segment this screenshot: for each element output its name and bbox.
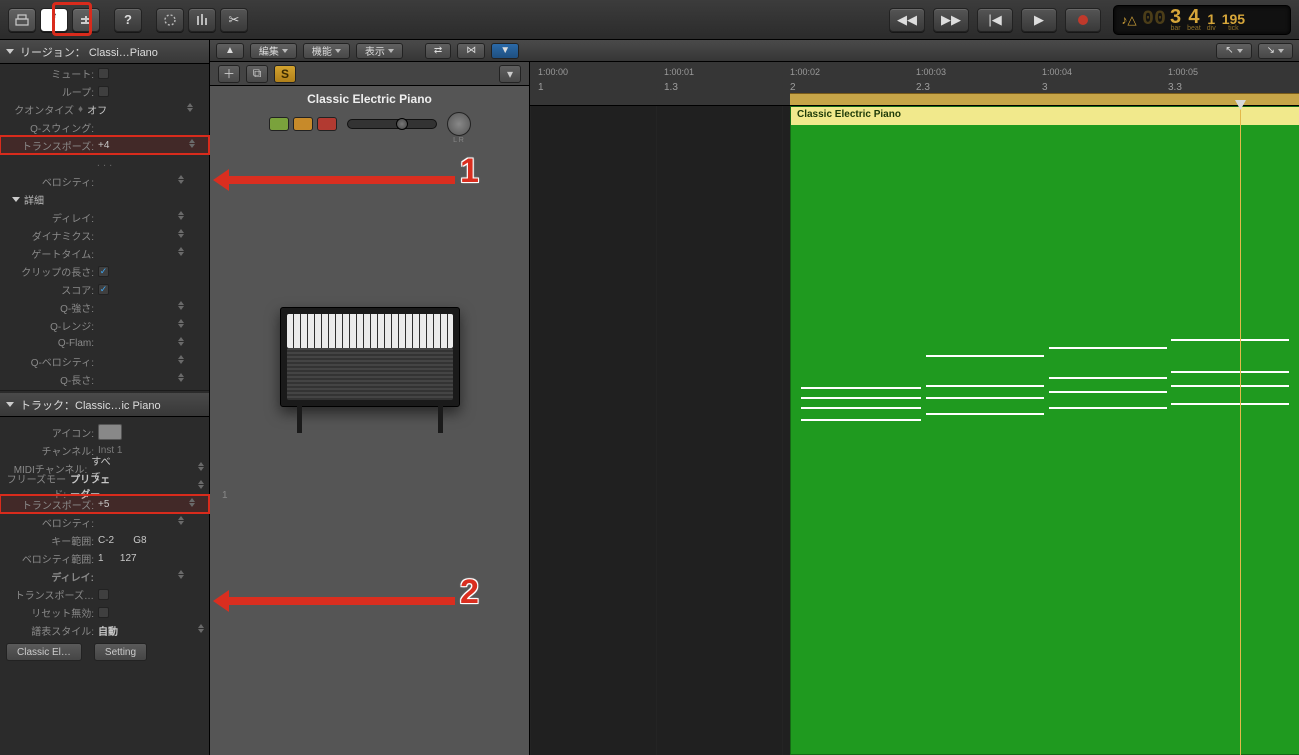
editor-area: ▲ 編集 機能 表示 ⇄ ⋈ ▼ ↖ ↘ ＋ ⧉ S ▾ Classic Ele… bbox=[210, 40, 1299, 755]
editor-menu-bar: ▲ 編集 機能 表示 ⇄ ⋈ ▼ ↖ ↘ bbox=[210, 40, 1299, 62]
setting-button[interactable]: Setting bbox=[94, 643, 147, 661]
control-bar: i ? ✂ ◀◀ ▶▶ |◀ ▶ ♪△ 00 3bar 4beat 1div 1… bbox=[0, 0, 1299, 40]
channel-strip-button[interactable]: Classic El… bbox=[6, 643, 82, 661]
link-button[interactable]: ⇄ bbox=[425, 43, 451, 59]
toolbar-btn-scissors[interactable]: ✂ bbox=[220, 8, 248, 32]
stop-go-start-button[interactable]: |◀ bbox=[977, 8, 1013, 32]
solo-button[interactable]: S bbox=[274, 65, 296, 83]
lcd-prefix: 00 bbox=[1142, 8, 1166, 31]
track-row-number: 1 bbox=[222, 490, 228, 501]
rewind-button[interactable]: ◀◀ bbox=[889, 8, 925, 32]
record-button[interactable] bbox=[1065, 8, 1101, 32]
tool-pointer[interactable]: ↖ bbox=[1216, 43, 1251, 59]
mute-mini[interactable] bbox=[269, 117, 289, 131]
track-icon-thumb[interactable] bbox=[98, 424, 122, 440]
region-transpose-row[interactable]: トランスポーズ:+4 bbox=[0, 136, 209, 154]
instrument-image bbox=[210, 142, 529, 562]
play-button[interactable]: ▶ bbox=[1021, 8, 1057, 32]
catch-button[interactable]: ⋈ bbox=[457, 43, 485, 59]
toolbar-btn-a[interactable] bbox=[156, 8, 184, 32]
annotation-arrow-2 bbox=[225, 597, 455, 605]
lcd-display[interactable]: ♪△ 00 3bar 4beat 1div 195tick bbox=[1113, 5, 1291, 35]
staff-row[interactable]: 譜表スタイル:自動 bbox=[0, 621, 209, 639]
solo-mini[interactable] bbox=[293, 117, 313, 131]
inspector-panel: リージョン： Classi…Piano ミュート: ループ: クオンタイズ♦ オ… bbox=[0, 40, 210, 755]
track-controls: L R bbox=[210, 112, 529, 142]
lcd-beat: 4 bbox=[1188, 7, 1199, 27]
tool-alt[interactable]: ↘ bbox=[1258, 43, 1293, 59]
pan-knob[interactable]: L R bbox=[447, 112, 471, 136]
bar-ruler[interactable]: 1 1.3 2 2.3 3 3.3 bbox=[530, 82, 1299, 105]
edit-menu[interactable]: 編集 bbox=[250, 43, 297, 59]
region-name: Classic Electric Piano bbox=[791, 107, 1299, 125]
piano-roll[interactable]: 1:00:00 1:00:01 1:00:02 1:00:03 1:00:04 … bbox=[530, 62, 1299, 755]
noreset-checkbox[interactable] bbox=[98, 607, 109, 618]
track-inspector-header[interactable]: トラック：Classic…ic Piano bbox=[0, 393, 209, 417]
quantize-row[interactable]: クオンタイズ♦ オフ bbox=[0, 100, 209, 118]
mixer-button[interactable] bbox=[72, 8, 100, 32]
track-header: ＋ ⧉ S ▾ Classic Electric Piano L R bbox=[210, 62, 530, 755]
mute-checkbox[interactable] bbox=[98, 68, 109, 79]
help-button[interactable]: ? bbox=[114, 8, 142, 32]
cycle-range[interactable] bbox=[790, 93, 1299, 105]
lcd-bar: 3 bbox=[1170, 7, 1181, 27]
midi-region[interactable]: Classic Electric Piano bbox=[790, 106, 1299, 755]
back-button[interactable]: ▲ bbox=[216, 43, 244, 59]
transset-checkbox[interactable] bbox=[98, 589, 109, 600]
detail-disclosure[interactable]: 詳細 bbox=[0, 190, 209, 208]
region-inspector-header[interactable]: リージョン： Classi…Piano bbox=[0, 40, 209, 64]
loop-checkbox[interactable] bbox=[98, 86, 109, 97]
toolbar-btn-mixer[interactable] bbox=[188, 8, 216, 32]
forward-button[interactable]: ▶▶ bbox=[933, 8, 969, 32]
annotation-number-2: 2 bbox=[460, 573, 479, 612]
rec-mini[interactable] bbox=[317, 117, 337, 131]
annotation-number-1: 1 bbox=[460, 152, 479, 191]
add-track-button[interactable]: ＋ bbox=[218, 65, 240, 83]
note-icon: ♪△ bbox=[1120, 11, 1138, 29]
freeze-row[interactable]: フリーズモード:プリフェーダー bbox=[0, 477, 209, 495]
function-menu[interactable]: 機能 bbox=[303, 43, 350, 59]
view-menu[interactable]: 表示 bbox=[356, 43, 403, 59]
duplicate-track-button[interactable]: ⧉ bbox=[246, 65, 268, 83]
track-title[interactable]: Classic Electric Piano bbox=[210, 86, 529, 112]
score-checkbox[interactable]: ✓ bbox=[98, 284, 109, 295]
midi-in-button[interactable]: ▼ bbox=[491, 43, 519, 59]
annotation-arrow-1 bbox=[225, 176, 455, 184]
playhead[interactable] bbox=[1240, 106, 1241, 755]
track-transpose-row[interactable]: トランスポーズ:+5 bbox=[0, 495, 209, 513]
clip-length-checkbox[interactable]: ✓ bbox=[98, 266, 109, 277]
inspector-toggle-button[interactable]: i bbox=[40, 8, 68, 32]
collapse-button[interactable]: ▾ bbox=[499, 65, 521, 83]
volume-slider[interactable] bbox=[347, 119, 437, 129]
time-ruler[interactable]: 1:00:00 1:00:01 1:00:02 1:00:03 1:00:04 … bbox=[530, 62, 1299, 82]
library-button[interactable] bbox=[8, 8, 36, 32]
transport: ◀◀ ▶▶ |◀ ▶ bbox=[889, 8, 1105, 32]
